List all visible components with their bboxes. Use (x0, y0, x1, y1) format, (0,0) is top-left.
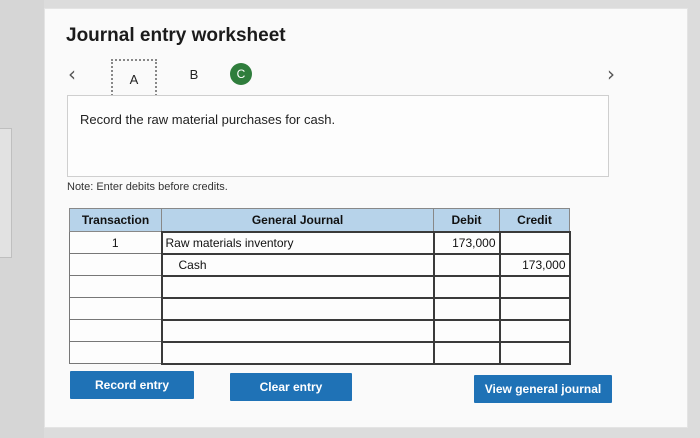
table-row: 1 Raw materials inventory 173,000 (69, 230, 571, 255)
prompt-box: Record the raw material purchases for ca… (67, 95, 609, 177)
prompt-text: Record the raw material purchases for ca… (80, 112, 336, 127)
credit-cell[interactable] (498, 274, 571, 299)
view-general-journal-button[interactable]: View general journal (474, 375, 612, 403)
header-credit: Credit (499, 208, 570, 232)
table-row (69, 274, 571, 299)
chevron-left-icon[interactable]: ‹ (68, 62, 76, 86)
tab-c[interactable]: C (230, 63, 252, 85)
account-cell[interactable] (160, 340, 435, 365)
table-row (69, 318, 571, 343)
debit-cell[interactable] (432, 274, 501, 299)
credit-cell[interactable]: 173,000 (498, 252, 571, 277)
debit-cell[interactable]: 173,000 (432, 230, 501, 255)
page-title: Journal entry worksheet (66, 25, 286, 46)
chevron-right-icon[interactable]: › (607, 62, 615, 86)
clear-entry-button[interactable]: Clear entry (230, 373, 352, 401)
tab-a[interactable]: A (111, 59, 157, 99)
header-general-journal: General Journal (161, 208, 434, 232)
table-header-row: Transaction General Journal Debit Credit (69, 208, 570, 232)
transaction-cell[interactable] (69, 341, 162, 364)
account-cell[interactable] (160, 318, 435, 343)
transaction-cell[interactable] (69, 319, 162, 342)
credit-cell[interactable] (498, 340, 571, 365)
record-entry-button[interactable]: Record entry (70, 371, 194, 399)
account-cell[interactable] (160, 296, 435, 321)
debit-cell[interactable] (432, 296, 501, 321)
header-debit: Debit (433, 208, 500, 232)
note-text: Note: Enter debits before credits. (67, 181, 228, 193)
table-row (69, 296, 571, 321)
account-cell[interactable] (160, 274, 435, 299)
credit-cell[interactable] (498, 318, 571, 343)
credit-cell[interactable] (498, 230, 571, 255)
side-tab (0, 128, 12, 258)
table-row: Cash 173,000 (69, 252, 571, 277)
transaction-cell[interactable] (69, 297, 162, 320)
transaction-cell[interactable] (69, 275, 162, 298)
account-cell[interactable]: Cash (160, 252, 435, 277)
left-margin (0, 0, 44, 438)
transaction-cell[interactable] (69, 253, 162, 276)
debit-cell[interactable] (432, 252, 501, 277)
debit-cell[interactable] (432, 340, 501, 365)
account-cell[interactable]: Raw materials inventory (160, 230, 435, 255)
tab-b[interactable]: B (186, 64, 202, 84)
header-transaction: Transaction (69, 208, 162, 232)
transaction-cell[interactable]: 1 (69, 231, 162, 254)
credit-cell[interactable] (498, 296, 571, 321)
journal-table: Transaction General Journal Debit Credit… (69, 208, 571, 365)
table-row (69, 340, 571, 365)
debit-cell[interactable] (432, 318, 501, 343)
